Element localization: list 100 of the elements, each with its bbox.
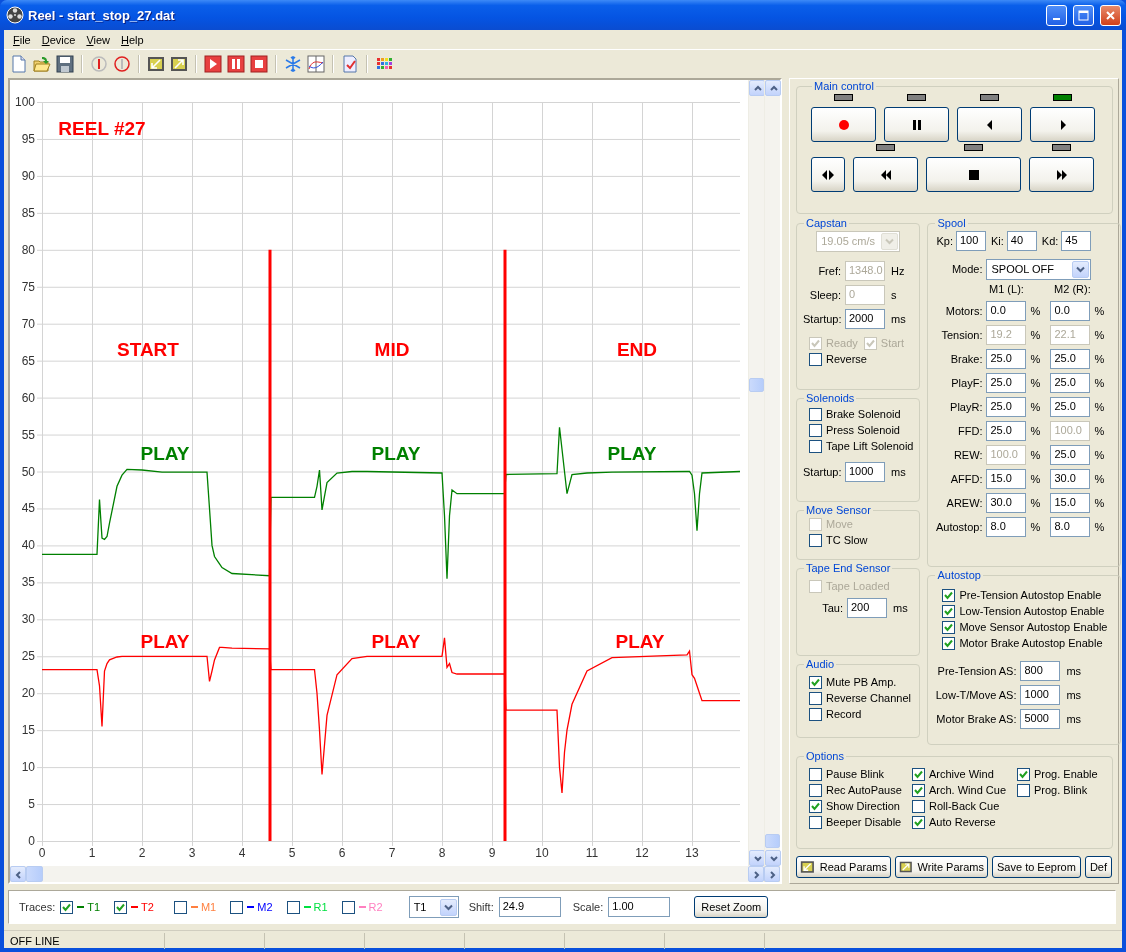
transport-button[interactable] [1029,157,1094,192]
checkbox[interactable] [942,636,956,650]
text-field[interactable]: 30.0 [986,493,1027,513]
scroll-right-button[interactable] [748,866,764,882]
checkbox[interactable] [286,900,300,914]
scroll-thumb[interactable] [749,378,764,392]
power-icon[interactable] [113,54,131,73]
checkbox[interactable] [1017,767,1030,781]
scroll-up-button[interactable] [765,80,781,96]
text-field[interactable]: 30.0 [1050,469,1091,489]
transport-button[interactable] [957,107,1022,142]
checklist-icon[interactable] [341,54,359,73]
checkbox[interactable] [912,783,925,797]
transport-button[interactable] [811,157,845,192]
checkbox[interactable] [230,900,244,914]
transport-button[interactable] [1030,107,1095,142]
graph-icon[interactable] [307,54,325,73]
upload-icon[interactable] [170,54,188,73]
checkbox[interactable] [809,783,822,797]
checkbox[interactable] [341,900,355,914]
checkbox[interactable] [942,588,956,602]
text-field[interactable]: 25.0 [1050,397,1091,417]
text-field[interactable]: 800 [1020,661,1061,681]
text-field[interactable]: 8.0 [1050,517,1091,537]
open-folder-icon[interactable] [33,54,51,73]
power-icon[interactable] [90,54,108,73]
dropdown[interactable]: T1 [408,896,459,918]
checkbox[interactable] [809,799,822,813]
menu-item[interactable]: View [81,33,117,46]
maximize-button[interactable] [1073,4,1094,26]
text-field[interactable]: 1.00 [608,897,671,917]
menu-item[interactable]: Device [36,33,82,46]
text-field[interactable]: 100 [955,231,986,251]
text-field[interactable]: 1000 [845,462,885,482]
play-icon[interactable] [204,54,222,73]
transport-button[interactable] [926,157,1021,192]
text-field[interactable]: 15.0 [986,469,1027,489]
checkbox[interactable] [912,799,925,813]
scroll-down-button[interactable] [765,850,781,866]
text-field[interactable]: 25.0 [1050,373,1091,393]
checkbox[interactable] [809,352,822,366]
close-button[interactable] [1100,4,1121,26]
checkbox[interactable] [942,620,956,634]
transport-button[interactable] [884,107,949,142]
checkbox[interactable] [912,767,925,781]
download-icon[interactable] [147,54,165,73]
checkbox[interactable] [912,815,925,829]
transport-button[interactable] [853,157,918,192]
checkbox[interactable] [809,815,822,829]
scroll-right-button[interactable] [764,866,780,882]
new-file-icon[interactable] [10,54,28,73]
scrollbar[interactable] [748,80,764,866]
scroll-left-button[interactable] [10,866,26,882]
text-field[interactable]: 25.0 [1050,349,1091,369]
text-field[interactable]: 8.0 [986,517,1027,537]
button[interactable]: Write Params [895,856,988,878]
checkbox[interactable] [809,533,822,547]
text-field[interactable]: 0.0 [986,301,1027,321]
scrollbar[interactable] [10,866,764,882]
checkbox[interactable] [114,900,128,914]
checkbox[interactable] [1017,783,1030,797]
text-field[interactable]: 0.0 [1050,301,1091,321]
text-field[interactable]: 5000 [1020,709,1061,729]
button[interactable]: Save to Eeprom [992,856,1081,878]
button[interactable]: Def [1084,856,1112,878]
text-field[interactable]: 45 [1061,231,1092,251]
checkbox[interactable] [809,691,822,705]
button[interactable]: Read Params [796,856,891,878]
checkbox[interactable] [809,423,822,437]
save-icon[interactable] [56,54,74,73]
scrollbar[interactable] [764,80,780,866]
menu-item[interactable]: File [8,33,37,46]
text-field[interactable]: 25.0 [986,349,1027,369]
reset-zoom-button[interactable]: Reset Zoom [694,896,769,918]
checkbox[interactable] [809,707,822,721]
text-field[interactable]: 15.0 [1050,493,1091,513]
text-field[interactable]: 40 [1006,231,1037,251]
checkbox[interactable] [60,900,74,914]
text-field[interactable]: 25.0 [986,373,1027,393]
text-field[interactable]: 25.0 [986,397,1027,417]
text-field[interactable]: 2000 [845,309,885,329]
checkbox[interactable] [809,675,822,689]
scroll-down-button[interactable] [749,850,765,866]
checkbox[interactable] [809,407,822,421]
scroll-up-button[interactable] [749,80,765,96]
pause-icon[interactable] [227,54,245,73]
text-field[interactable]: 1000 [1020,685,1061,705]
checkbox[interactable] [809,767,822,781]
checkbox[interactable] [173,900,187,914]
dropdown[interactable]: SPOOL OFF [986,258,1092,280]
text-field[interactable]: 24.9 [498,897,561,917]
minimize-button[interactable] [1046,4,1067,26]
scroll-thumb[interactable] [765,834,780,848]
stop-icon[interactable] [250,54,268,73]
text-field[interactable]: 200 [847,598,887,618]
menu-item[interactable]: Help [116,33,150,46]
text-field[interactable]: 25.0 [986,421,1027,441]
scroll-thumb[interactable] [26,866,43,882]
text-field[interactable]: 25.0 [1050,445,1091,465]
checkbox[interactable] [942,604,956,618]
